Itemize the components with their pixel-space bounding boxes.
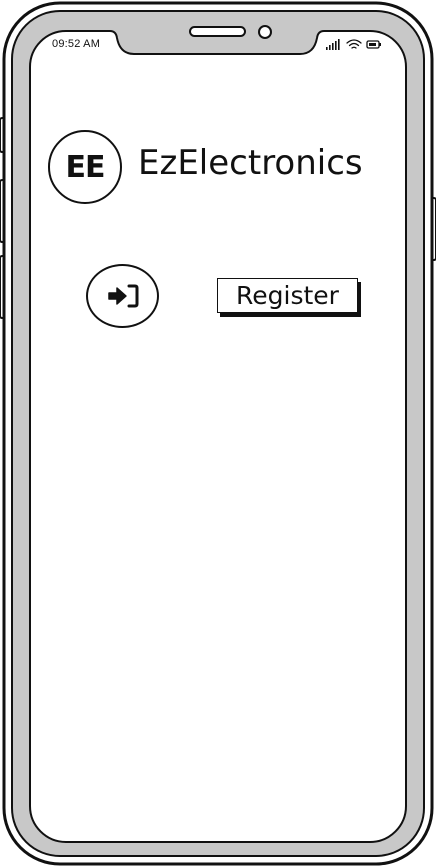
signal-icon: [326, 39, 340, 50]
register-button[interactable]: Register: [217, 278, 358, 313]
brand-name: EzElectronics: [138, 143, 363, 183]
app-logo: EE: [48, 130, 122, 204]
login-button[interactable]: [86, 264, 159, 328]
front-camera: [258, 25, 272, 39]
logo-text: EE: [65, 149, 106, 185]
speaker-grille: [189, 26, 246, 37]
wifi-icon: [346, 39, 362, 49]
phone-frame: [0, 1, 436, 866]
screen: 09:52 AM EE EzElectronics Register: [0, 0, 436, 867]
phone-body: [2, 1, 434, 866]
register-button-wrap: Register: [217, 278, 362, 318]
status-time: 09:52 AM: [52, 38, 101, 50]
login-icon: [107, 284, 138, 308]
battery-icon: [366, 40, 381, 49]
status-icons: [326, 39, 381, 50]
